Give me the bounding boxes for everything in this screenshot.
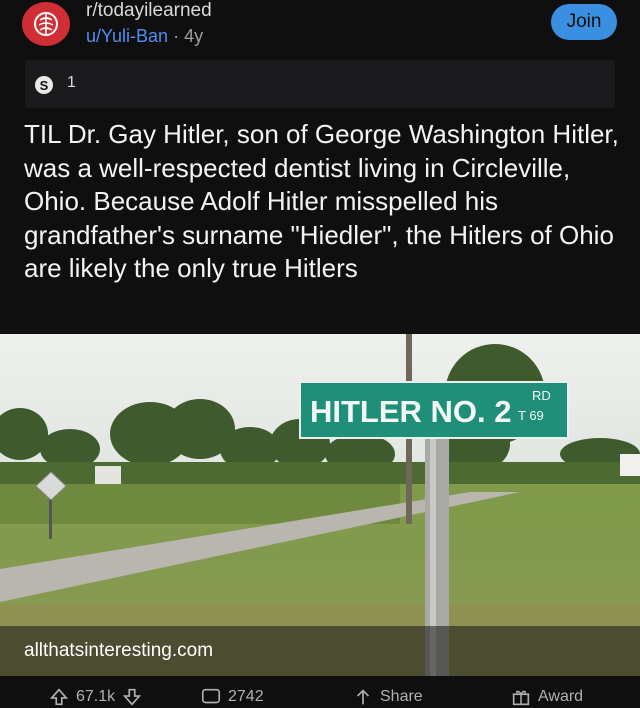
share-icon (356, 689, 370, 705)
share-button[interactable]: Share (352, 686, 423, 708)
action-bar: 67.1k 2742 Share Award (0, 676, 640, 708)
comment-icon (201, 688, 221, 704)
join-button[interactable]: Join (551, 4, 617, 40)
post-header: r/todayilearned u/Yuli-Ban · 4y Join (0, 0, 640, 56)
sign-number-text: T 69 (518, 408, 544, 423)
sign-rd-text: RD (532, 388, 551, 403)
gift-icon (512, 690, 530, 706)
sign-main-text: HITLER NO. 2 (310, 394, 512, 429)
downvote-icon[interactable] (121, 686, 143, 708)
awards-bar[interactable]: S 1 (25, 60, 615, 108)
upvote-icon[interactable] (48, 686, 70, 708)
subreddit-name[interactable]: r/todayilearned (86, 0, 212, 22)
post-meta: u/Yuli-Ban · 4y (86, 26, 203, 47)
street-sign: HITLER NO. 2 RD T 69 (299, 381, 569, 439)
post-image[interactable]: HITLER NO. 2 RD T 69 (0, 334, 640, 676)
comment-count: 2742 (228, 688, 264, 705)
award-button[interactable]: Award (510, 686, 583, 708)
link-domain[interactable]: allthatsinteresting.com (24, 640, 213, 662)
post-title[interactable]: TIL Dr. Gay Hitler, son of George Washin… (24, 118, 624, 286)
brain-icon (34, 12, 58, 36)
author-link[interactable]: u/Yuli-Ban (86, 26, 168, 46)
comments-button[interactable]: 2742 (200, 686, 264, 708)
share-label: Share (380, 688, 423, 705)
subreddit-avatar[interactable] (22, 2, 70, 46)
street-sign-photo: HITLER NO. 2 RD T 69 (0, 334, 640, 676)
vote-group: 67.1k (48, 686, 143, 708)
award-icon: S (35, 76, 53, 94)
meta-separator: · (168, 26, 185, 46)
link-bar[interactable]: allthatsinteresting.com (0, 626, 640, 676)
post-age: 4y (184, 26, 204, 46)
award-label: Award (538, 688, 584, 705)
award-count: 1 (67, 74, 76, 91)
vote-count: 67.1k (76, 688, 116, 705)
